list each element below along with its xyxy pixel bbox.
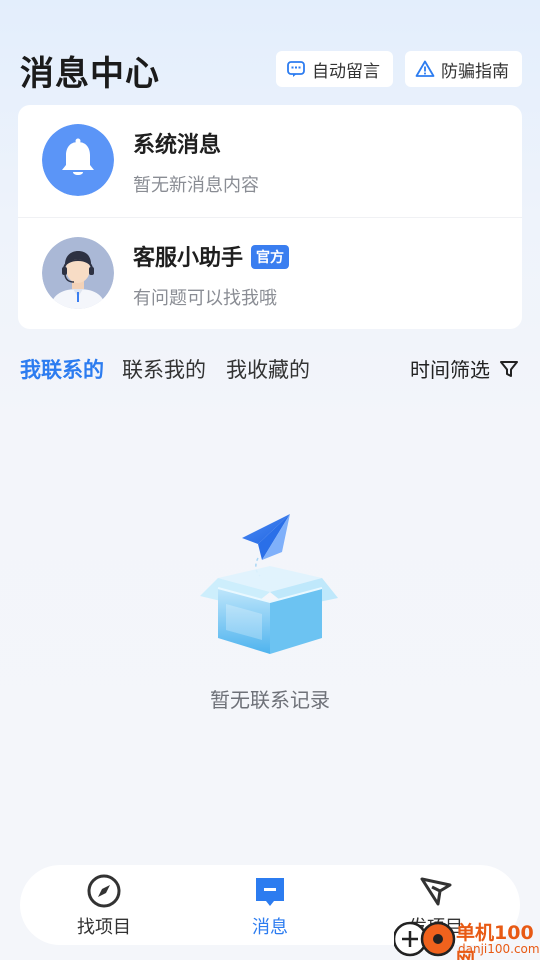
- auto-reply-label: 自动留言: [312, 61, 380, 82]
- watermark: 单机100网 danji100.com: [392, 918, 540, 960]
- system-message-subtitle: 暂无新消息内容: [133, 175, 259, 196]
- auto-reply-button[interactable]: 自动留言: [276, 51, 393, 87]
- tab-i-contacted[interactable]: 我联系的: [20, 354, 104, 384]
- funnel-icon: [498, 358, 520, 380]
- watermark-url: danji100.com: [458, 942, 540, 956]
- customer-service-name: 客服小助手: [133, 246, 244, 271]
- nav-messages-label: 消息: [252, 917, 288, 938]
- contact-tabs: 我联系的 联系我的 我收藏的 时间筛选: [0, 350, 540, 390]
- time-filter-label: 时间筛选: [410, 358, 490, 382]
- tab-contacted-me[interactable]: 联系我的: [122, 354, 206, 384]
- watermark-logo-icon: [392, 920, 456, 958]
- page-title: 消息中心: [20, 54, 160, 94]
- empty-box-icon: [196, 508, 344, 658]
- customer-service-subtitle: 有问题可以找我哦: [133, 288, 277, 309]
- nav-find-projects[interactable]: 找项目: [34, 865, 174, 945]
- message-card: 系统消息 暂无新消息内容 客服小助手 官方 有问题可以找我哦: [18, 105, 522, 329]
- header: 消息中心 自动留言 防骗指南: [0, 0, 540, 100]
- system-message-title: 系统消息: [133, 133, 222, 158]
- official-badge: 官方: [251, 245, 290, 269]
- empty-state-text: 暂无联系记录: [210, 688, 330, 712]
- chat-icon: [252, 873, 288, 909]
- nav-find-projects-label: 找项目: [77, 917, 131, 938]
- tab-my-favorites[interactable]: 我收藏的: [226, 354, 310, 384]
- bell-icon: [42, 124, 114, 196]
- system-message-item[interactable]: 系统消息 暂无新消息内容: [18, 105, 522, 217]
- customer-service-avatar: [42, 237, 114, 309]
- customer-service-title: 客服小助手 官方: [133, 240, 290, 272]
- anti-fraud-label: 防骗指南: [441, 61, 509, 82]
- warning-icon: [415, 59, 435, 79]
- nav-messages[interactable]: 消息: [200, 865, 340, 945]
- time-filter-button[interactable]: 时间筛选: [410, 354, 520, 383]
- compass-icon: [86, 873, 122, 909]
- auto-reply-icon: [286, 59, 306, 79]
- anti-fraud-guide-button[interactable]: 防骗指南: [405, 51, 522, 87]
- send-cursor-icon: [418, 873, 454, 909]
- customer-service-item[interactable]: 客服小助手 官方 有问题可以找我哦: [18, 217, 522, 329]
